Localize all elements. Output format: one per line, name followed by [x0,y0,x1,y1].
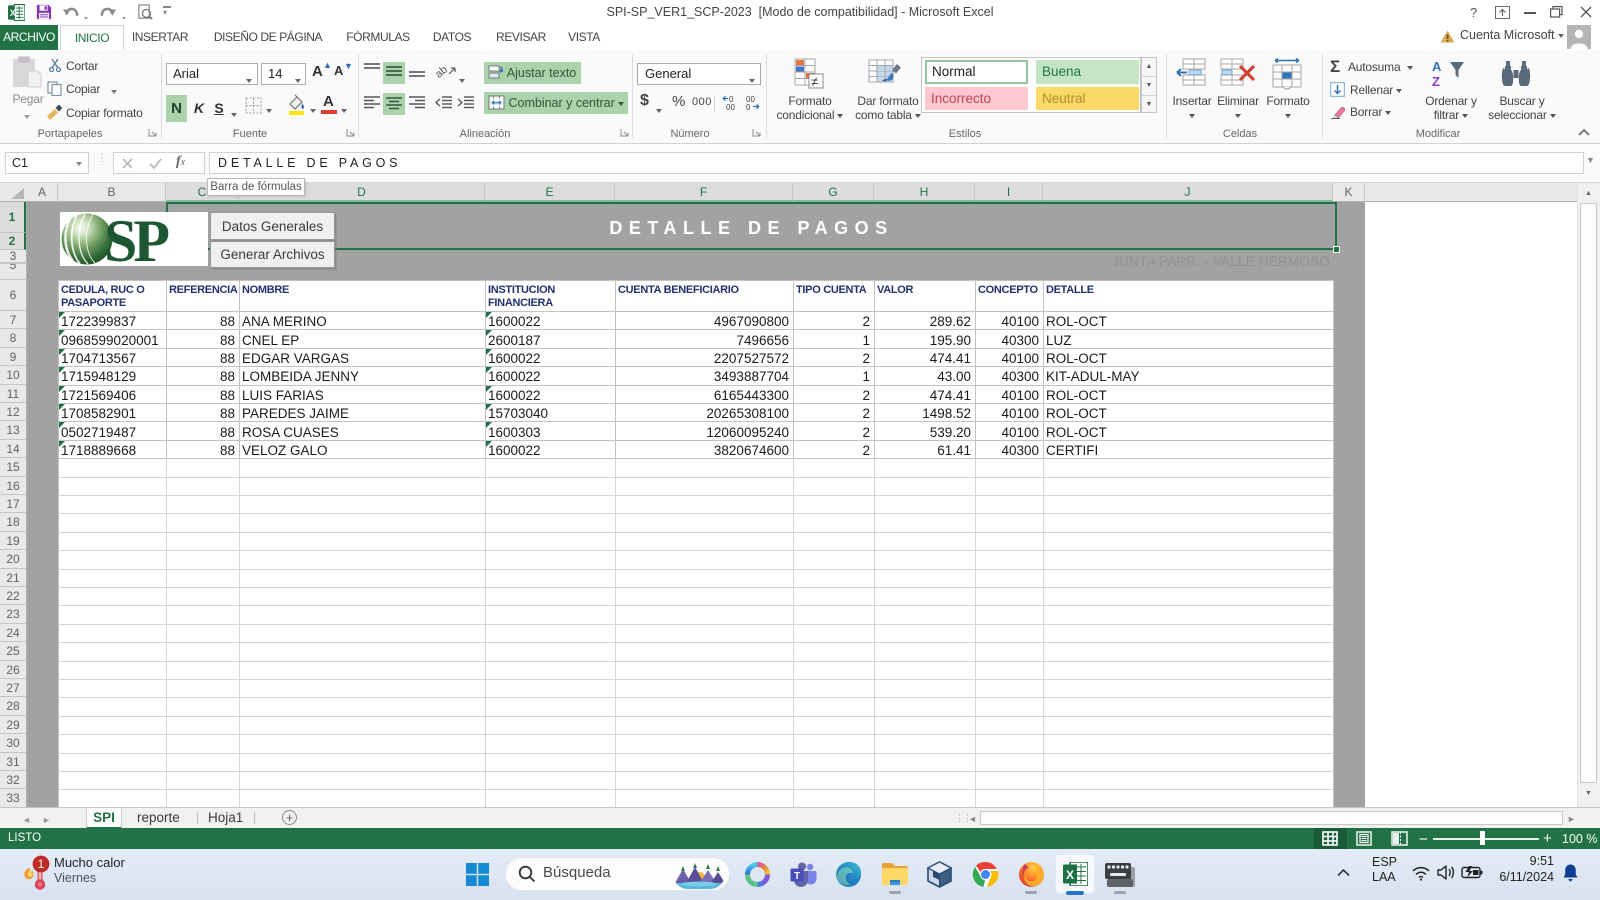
svg-text:0: 0 [746,103,751,111]
svg-text:SP: SP [104,212,168,266]
svg-text:Z: Z [1432,74,1440,88]
svg-text:ab: ab [436,64,450,79]
svg-text:X: X [1066,868,1074,882]
svg-text:00: 00 [726,103,735,111]
svg-text:T: T [794,871,800,882]
svg-text:≠: ≠ [811,74,818,89]
svg-text:1: 1 [38,857,45,871]
svg-text:A: A [1432,59,1442,74]
